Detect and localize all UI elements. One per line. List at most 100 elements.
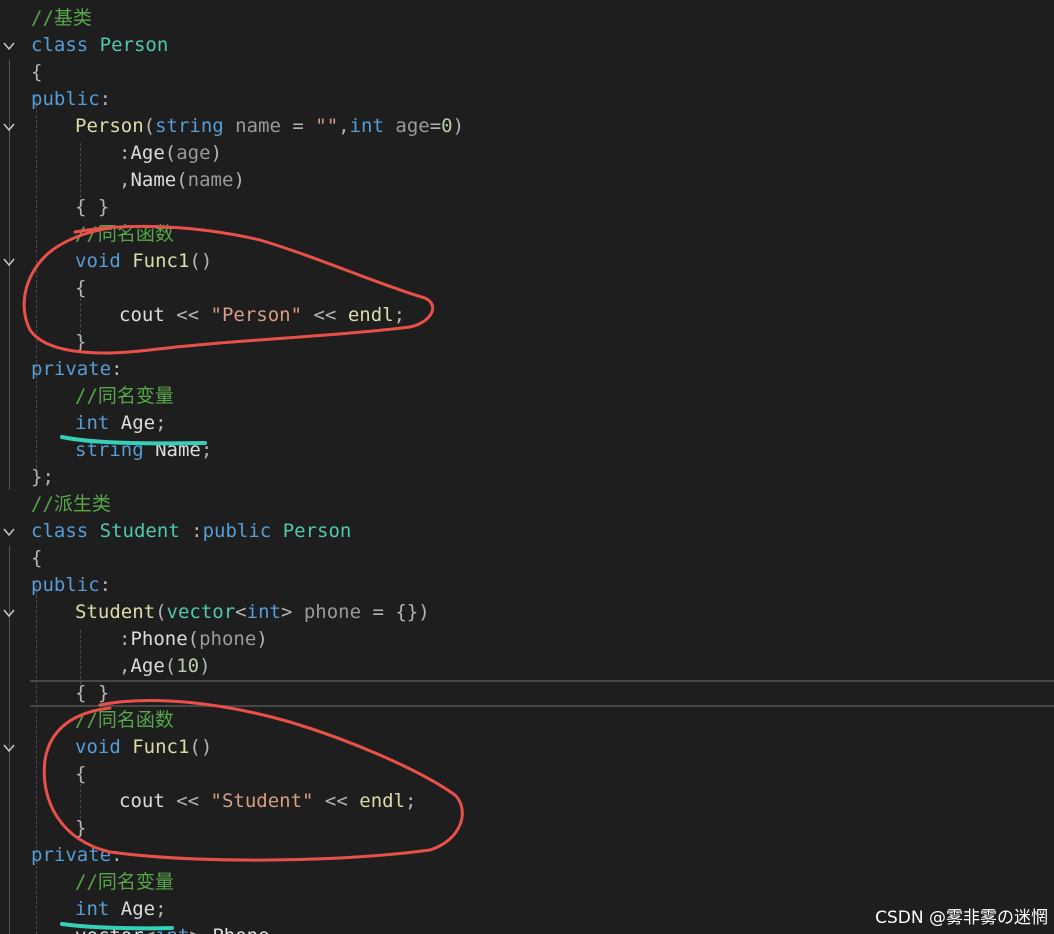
code-text: ,Name(name): [119, 167, 245, 194]
code-line[interactable]: private:: [0, 356, 1054, 383]
code-text: :Phone(phone): [119, 626, 268, 653]
code-line[interactable]: { }: [30, 680, 1054, 707]
code-token: <<: [313, 790, 360, 812]
code-text: //同名变量: [75, 869, 174, 896]
code-line[interactable]: cout << "Person" << endl;: [0, 302, 1054, 329]
code-line[interactable]: { }: [0, 194, 1054, 221]
code-text: :Age(age): [119, 140, 222, 167]
code-token: name: [223, 115, 281, 137]
code-line[interactable]: public:: [0, 572, 1054, 599]
code-text: {: [31, 59, 42, 86]
code-token: Age: [130, 655, 165, 677]
fold-chevron-icon[interactable]: [2, 518, 16, 545]
code-token: ): [210, 142, 223, 164]
code-token: endl: [347, 304, 394, 326]
fold-chevron-icon[interactable]: [2, 113, 16, 140]
code-token: ,: [119, 655, 131, 677]
code-text: }: [75, 815, 86, 842]
code-line[interactable]: int Age;: [0, 410, 1054, 437]
code-text: ,Age(10): [119, 653, 211, 680]
code-editor[interactable]: //基类 class Person{public: Person(string na…: [0, 0, 1054, 934]
code-token: age: [176, 142, 211, 164]
code-line[interactable]: ,Age(10): [0, 653, 1054, 680]
code-token: Func1: [132, 250, 190, 272]
code-line[interactable]: //同名函数: [0, 707, 1054, 734]
code-line[interactable]: Student(vector<int> phone = {}): [0, 599, 1054, 626]
fold-chevron-icon[interactable]: [2, 599, 16, 626]
code-line[interactable]: void Func1(): [0, 248, 1054, 275]
code-token: {: [31, 61, 43, 83]
code-text: private:: [31, 842, 123, 869]
code-line[interactable]: {: [0, 545, 1054, 572]
code-token: (: [155, 601, 167, 623]
code-token: endl: [359, 790, 406, 812]
fold-chevron-icon[interactable]: [2, 734, 16, 761]
code-line[interactable]: void Func1(): [0, 734, 1054, 761]
code-token: >: [189, 925, 212, 934]
code-token: int: [75, 898, 121, 920]
code-text: cout << "Student" << endl;: [119, 788, 416, 815]
fold-chevron-icon[interactable]: [2, 248, 16, 275]
code-token: :: [111, 844, 123, 866]
code-line[interactable]: cout << "Student" << endl;: [0, 788, 1054, 815]
code-line[interactable]: //同名变量: [0, 383, 1054, 410]
code-line[interactable]: //同名函数: [0, 221, 1054, 248]
code-text: };: [31, 464, 54, 491]
code-text: public:: [31, 86, 111, 113]
code-line[interactable]: string Name;: [0, 437, 1054, 464]
code-token: class: [31, 34, 100, 56]
code-line[interactable]: ,Name(name): [0, 167, 1054, 194]
code-line[interactable]: :Age(age): [0, 140, 1054, 167]
code-text: void Func1(): [75, 734, 212, 761]
code-token: int: [155, 925, 189, 934]
code-token: Student: [99, 520, 192, 542]
code-token: int: [75, 412, 121, 434]
code-token: //同名变量: [75, 385, 174, 407]
code-line[interactable]: };: [0, 464, 1054, 491]
code-token: Person: [282, 520, 352, 542]
code-line[interactable]: :Phone(phone): [0, 626, 1054, 653]
code-token: //同名函数: [75, 709, 174, 731]
code-token: phone: [199, 628, 257, 650]
code-token: private: [31, 844, 112, 866]
code-text: cout << "Person" << endl;: [119, 302, 405, 329]
code-text: private:: [31, 356, 123, 383]
code-line[interactable]: {: [0, 761, 1054, 788]
code-text: //同名函数: [75, 707, 174, 734]
code-token: :: [119, 142, 131, 164]
code-token: <: [235, 601, 247, 623]
code-text: {: [75, 275, 86, 302]
code-line[interactable]: }: [0, 815, 1054, 842]
code-token: :: [99, 88, 112, 110]
code-token: cout: [119, 304, 177, 326]
code-token: void: [75, 250, 133, 272]
code-token: (: [164, 655, 177, 677]
code-token: ): [452, 115, 465, 137]
code-line[interactable]: //同名变量: [0, 869, 1054, 896]
code-text: //同名函数: [75, 221, 174, 248]
code-token: {: [31, 547, 43, 569]
code-line[interactable]: {: [0, 275, 1054, 302]
code-line[interactable]: //派生类: [0, 491, 1054, 518]
code-line[interactable]: {: [0, 59, 1054, 86]
code-token: public: [31, 574, 100, 596]
code-token: ;: [155, 898, 167, 920]
code-token: ): [199, 655, 211, 677]
code-line[interactable]: class Student :public Person: [0, 518, 1054, 545]
code-line[interactable]: private:: [0, 842, 1054, 869]
code-line[interactable]: class Person: [0, 32, 1054, 59]
code-token: ): [233, 169, 245, 191]
code-line[interactable]: Person(string name = "",int age=0): [0, 113, 1054, 140]
code-token: private: [31, 358, 112, 380]
code-text: int Age;: [75, 410, 167, 437]
code-line[interactable]: public:: [0, 86, 1054, 113]
code-token: ,: [119, 169, 131, 191]
code-token: Func1: [132, 736, 190, 758]
code-text: vector<int> Phone: [75, 923, 270, 934]
code-token: };: [31, 466, 54, 488]
code-line[interactable]: //基类: [0, 5, 1054, 32]
code-line[interactable]: }: [0, 329, 1054, 356]
code-token: string: [75, 439, 156, 461]
code-token: Phone: [130, 628, 188, 650]
fold-chevron-icon[interactable]: [2, 32, 16, 59]
